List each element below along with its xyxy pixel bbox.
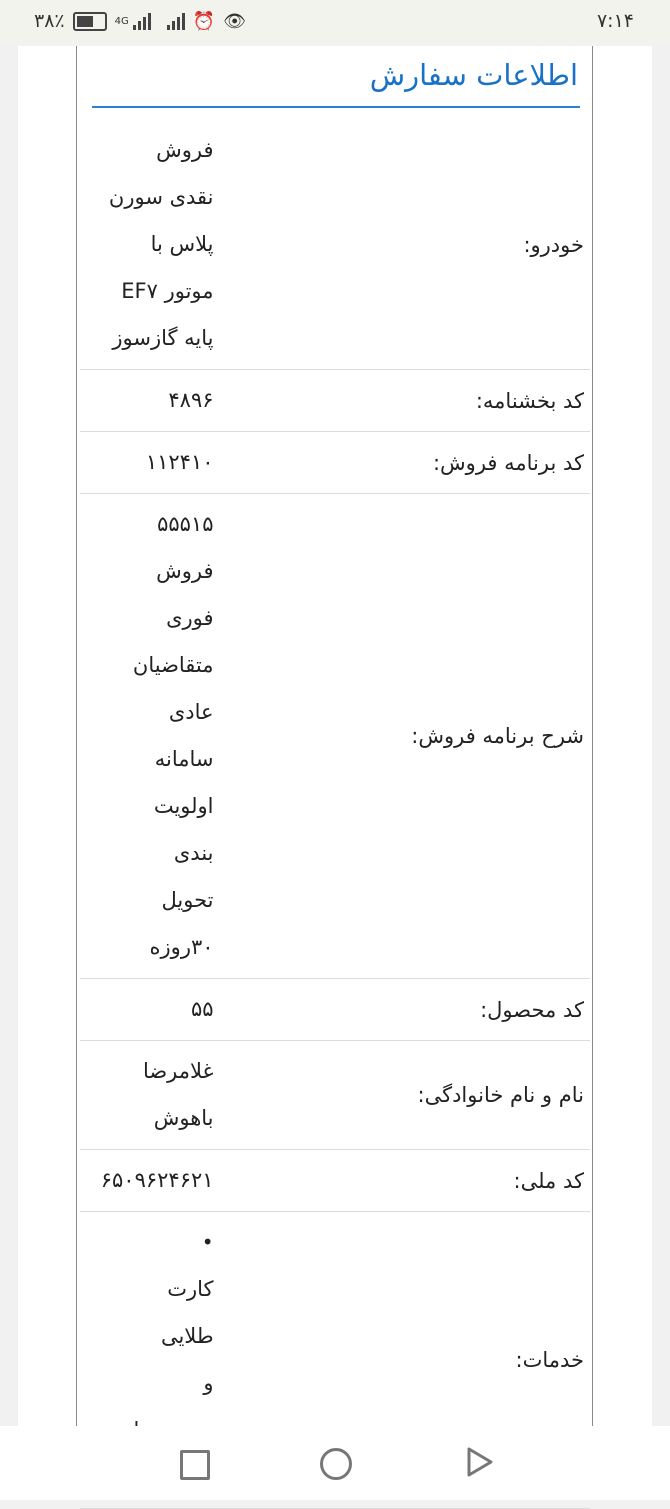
value-line: سامانه xyxy=(154,747,214,771)
value-line: ۱۱۲۴۱۰ xyxy=(145,450,214,474)
value-line: باهوش xyxy=(153,1106,214,1130)
title-underline xyxy=(92,106,580,108)
value-line: ۵۵۵۱۵ xyxy=(157,512,214,536)
value-line: اولویت xyxy=(153,794,214,818)
order-info-rows: خودرو: فروش نقدی سورن پلاس با موتور EF۷ پایه … xyxy=(80,120,590,1509)
info-row: کد بخشنامه: ۴۸۹۶ xyxy=(80,370,590,432)
alarm-icon: ⏰ xyxy=(192,10,216,32)
value-line: فروش xyxy=(156,559,214,583)
bullet-icon: • xyxy=(201,1230,214,1254)
back-icon[interactable] xyxy=(466,1446,494,1478)
info-label: کد برنامه فروش: xyxy=(432,450,584,475)
value-line: کارت xyxy=(167,1277,214,1301)
value-line: نقدی سورن xyxy=(108,185,214,209)
status-bar: ٣٨٪ 4G ⏰ 👁 ٧:١۴ xyxy=(0,0,670,46)
value-line: پایه گازسوز xyxy=(112,326,214,350)
value-line: ۶۵۰۹۶۲۴۶۲۱ xyxy=(100,1168,214,1192)
info-value: ۶۵۰۹۶۲۴۶۲۱ xyxy=(80,1150,214,1212)
info-value: ۱۱۲۴۱۰ xyxy=(80,432,214,494)
info-value: ۴۸۹۶ xyxy=(80,370,214,432)
info-value: فروش نقدی سورن پلاس با موتور EF۷ پایه گازسوز xyxy=(80,120,214,370)
clock: ٧:١۴ xyxy=(596,10,634,32)
info-label: کد بخشنامه: xyxy=(475,388,584,413)
recent-apps-button[interactable] xyxy=(180,1450,210,1480)
navigation-bar xyxy=(0,1426,670,1500)
value-line: فروش xyxy=(156,138,214,162)
value-line: عادی xyxy=(168,700,214,724)
home-button[interactable] xyxy=(320,1448,352,1480)
order-info-table: خودرو: فروش نقدی سورن پلاس با موتور EF۷ پایه … xyxy=(80,120,590,1509)
value-line: پلاس با xyxy=(150,232,214,256)
value-line: موتور EF۷ xyxy=(121,279,214,303)
info-label: شرح برنامه فروش: xyxy=(411,724,584,748)
value-line: بندی xyxy=(173,841,214,865)
value-line: فوری xyxy=(166,606,214,630)
signal-icon xyxy=(132,12,151,30)
info-label: کد محصول: xyxy=(480,997,584,1022)
value-line: و xyxy=(203,1371,214,1395)
info-value: غلامرضا باهوش xyxy=(80,1041,214,1150)
info-row: شرح برنامه فروش: ۵۵۵۱۵ فروش فوری متقاضیان عاد… xyxy=(80,494,590,979)
info-row: نام و نام خانوادگی: غلامرضا باهوش xyxy=(80,1041,590,1150)
value-line: تحویل xyxy=(161,888,214,912)
info-row: کد ملی: ۶۵۰۹۶۲۴۶۲۱ xyxy=(80,1150,590,1212)
info-label: کد ملی: xyxy=(513,1168,584,1193)
page-title: اطلاعات سفارش xyxy=(369,58,578,92)
info-row: کد محصول: ۵۵ xyxy=(80,979,590,1041)
value-line: متقاضیان xyxy=(132,653,214,677)
value-line: طلایی xyxy=(160,1324,214,1348)
info-value: ۵۵ xyxy=(80,979,214,1041)
status-icons: ٣٨٪ 4G ⏰ 👁 xyxy=(34,10,246,32)
signal-icon-2 xyxy=(166,12,185,30)
battery-percent: ٣٨٪ xyxy=(34,10,65,32)
order-info-panel: اطلاعات سفارش خودرو: فروش نقدی سورن پلاس با… xyxy=(78,46,592,1509)
info-label: نام و نام خانوادگی: xyxy=(417,1083,585,1107)
info-label: خودرو: xyxy=(523,232,584,257)
value-line: ۵۵ xyxy=(190,997,214,1021)
info-value: ۵۵۵۱۵ فروش فوری متقاضیان عادی سامانه اولویت بند… xyxy=(80,494,214,979)
network-type: 4G xyxy=(114,15,129,27)
value-line: غلامرضا xyxy=(142,1059,214,1083)
frame-line-right xyxy=(592,46,593,1426)
info-row: خودرو: فروش نقدی سورن پلاس با موتور EF۷ پایه … xyxy=(80,120,590,370)
value-line: ۳۰روزه xyxy=(149,935,214,959)
frame-line-left xyxy=(76,46,77,1426)
battery-icon xyxy=(72,11,107,31)
eye-icon: 👁 xyxy=(223,10,247,32)
value-line: ۴۸۹۶ xyxy=(168,388,214,412)
info-row: کد برنامه فروش: ۱۱۲۴۱۰ xyxy=(80,432,590,494)
